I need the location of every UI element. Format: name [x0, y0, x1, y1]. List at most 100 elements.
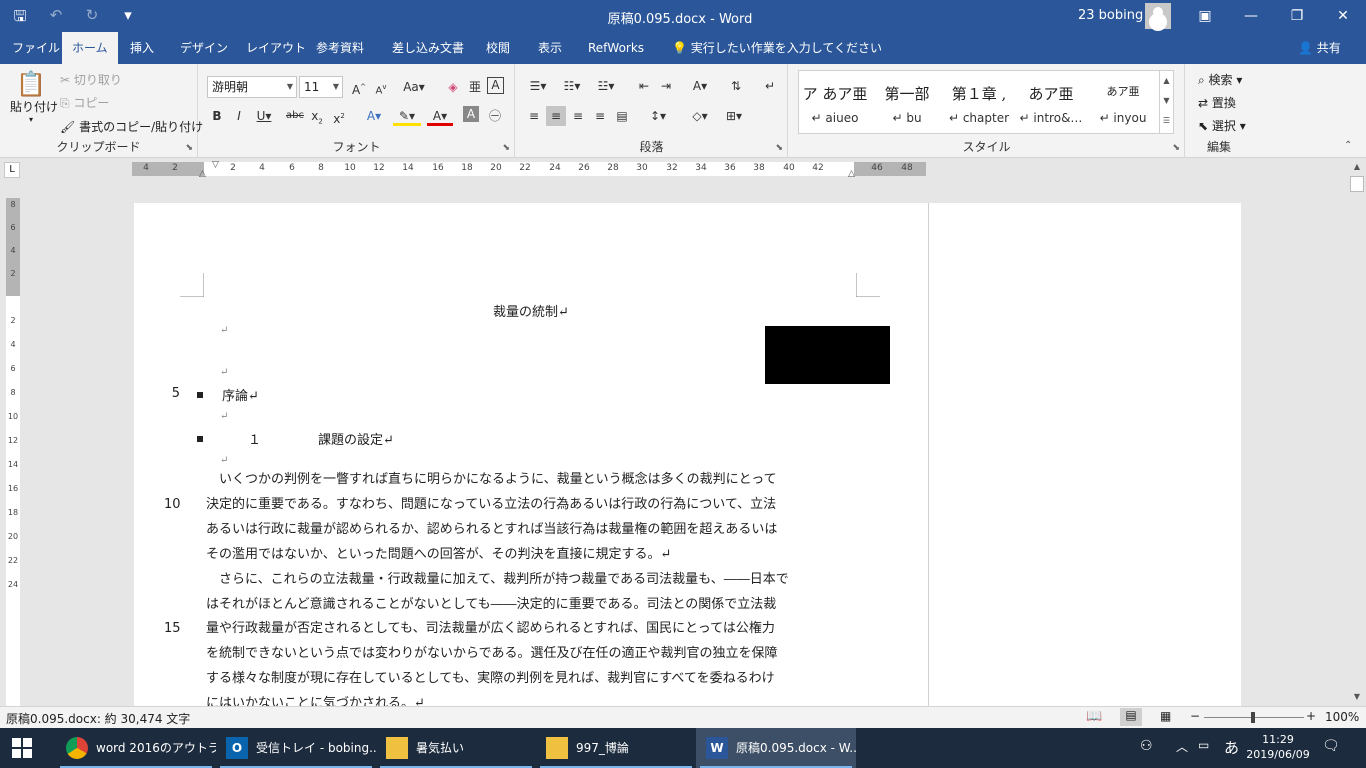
style-bu[interactable]: 第一部 ↵ bu	[871, 71, 943, 133]
text-direction-icon[interactable]: A▾	[686, 76, 714, 96]
heading-number[interactable]: １	[248, 429, 261, 448]
format-painter-button[interactable]: 🖌 書式のコピー/貼り付け	[60, 118, 203, 135]
hanging-indent-marker[interactable]: △	[199, 169, 206, 179]
zoom-slider-thumb[interactable]	[1251, 712, 1255, 723]
body-line[interactable]: さらに、これらの立法裁量・行政裁量に加えて、裁判所が持つ裁量である司法裁量も、―…	[206, 568, 858, 592]
minimize-button[interactable]: —	[1228, 0, 1274, 32]
enclose-characters-icon[interactable]: ㊀	[485, 106, 505, 126]
grow-font-icon[interactable]: A^	[349, 77, 369, 97]
tab-references[interactable]: 参考資料	[306, 32, 374, 64]
redo-icon[interactable]: ↻	[82, 6, 102, 31]
replace-button[interactable]: ⇄ 置換	[1198, 94, 1236, 111]
change-case-icon[interactable]: Aa▾	[399, 77, 429, 97]
notification-icon[interactable]: 🗨	[1322, 738, 1340, 754]
sort-icon[interactable]: ⇅	[726, 76, 746, 96]
scroll-thumb[interactable]	[1350, 176, 1364, 192]
dialog-launcher-icon[interactable]: ⬊	[502, 143, 510, 153]
style-aiueo[interactable]: ア あア亜 ↵ aiueo	[799, 71, 871, 133]
justify-icon[interactable]: ≡	[590, 106, 610, 126]
windows-start-icon[interactable]	[12, 738, 32, 758]
body-line[interactable]: はそれがほとんど意識されることがないとしても――決定的に重要である。司法との関係…	[206, 593, 858, 617]
styles-scroll[interactable]: ▲ ▼ ☰	[1159, 71, 1173, 133]
body-line[interactable]: 量や行政裁量が否定されるとしても、司法裁量が広く認められるとすれば、国民にとって…	[206, 617, 858, 641]
distributed-icon[interactable]: ▤	[612, 106, 632, 126]
tab-mailings[interactable]: 差し込み文書	[382, 32, 474, 64]
tab-home[interactable]: ホーム	[62, 32, 118, 64]
find-button[interactable]: ⌕ 検索 ▾	[1198, 71, 1242, 88]
align-right-icon[interactable]: ≡	[568, 106, 588, 126]
copy-button[interactable]: ⎘ コピー	[60, 94, 109, 111]
zoom-out-button[interactable]: −	[1190, 709, 1200, 723]
phonetic-guide-icon[interactable]: 亜	[465, 77, 485, 97]
clock[interactable]: 11:29 2019/06/09	[1243, 732, 1313, 762]
body-line[interactable]: する様々な制度が現に存在しているとしても、実際の判例を見れば、裁判官にすべてを委…	[206, 667, 858, 691]
taskbar-item-folder-1[interactable]: 暑気払い	[376, 728, 536, 768]
character-shading-icon[interactable]: A	[463, 106, 479, 122]
customize-qat-icon[interactable]: ▾	[118, 6, 138, 31]
text-effects-icon[interactable]: A▾	[361, 106, 387, 126]
font-name-select[interactable]: 游明朝 ▼	[207, 76, 297, 98]
avatar[interactable]	[1145, 3, 1171, 29]
show-formatting-icon[interactable]: ↵	[760, 76, 780, 96]
tab-layout[interactable]: レイアウト	[236, 32, 316, 64]
collapse-ribbon-icon[interactable]: ⌃	[1344, 140, 1352, 151]
strikethrough-icon[interactable]: abc	[285, 106, 305, 126]
tab-review[interactable]: 校閲	[476, 32, 520, 64]
borders-icon[interactable]: ⊞▾	[720, 106, 748, 126]
taskbar-item-outlook[interactable]: O 受信トレイ - bobing...	[216, 728, 376, 768]
body-line[interactable]: その濫用ではないか、といった問題への回答が、その判決を直接に規定する。↵	[206, 543, 858, 567]
tab-refworks[interactable]: RefWorks	[578, 32, 654, 64]
people-icon[interactable]: ⚇	[1140, 738, 1153, 754]
body-line[interactable]: いくつかの判例を一瞥すれば直ちに明らかになるように、裁量という概念は多くの裁判に…	[206, 468, 858, 492]
underline-icon[interactable]: U▾	[251, 106, 277, 126]
font-size-select[interactable]: 11 ▼	[299, 76, 343, 98]
numbering-icon[interactable]: ☷▾	[558, 76, 586, 96]
dialog-launcher-icon[interactable]: ⬊	[1172, 143, 1180, 153]
network-icon[interactable]: ▭	[1198, 738, 1209, 752]
shrink-font-icon[interactable]: Av	[371, 77, 391, 97]
tab-selector[interactable]: L	[4, 162, 20, 178]
increase-indent-icon[interactable]: ⇥	[656, 76, 676, 96]
subscript-icon[interactable]: x2	[307, 106, 327, 126]
tab-file[interactable]: ファイル	[2, 32, 70, 64]
user-name[interactable]: 23 bobing	[1078, 8, 1143, 23]
align-left-icon[interactable]: ≡	[524, 106, 544, 126]
close-button[interactable]: ✕	[1320, 0, 1366, 32]
heading-introduction[interactable]: 序論↵	[222, 385, 259, 404]
zoom-level[interactable]: 100%	[1325, 710, 1359, 724]
taskbar-item-word[interactable]: W 原稿0.095.docx - W...	[696, 728, 856, 768]
character-border-icon[interactable]: A	[487, 77, 504, 94]
taskbar-item-chrome[interactable]: word 2016のアウトラ...	[56, 728, 216, 768]
right-indent-marker[interactable]: △	[848, 169, 855, 179]
read-mode-icon[interactable]: 📖	[1086, 709, 1102, 724]
style-chapter[interactable]: 第１章 , ↵ chapter	[943, 71, 1015, 133]
vertical-ruler[interactable]: 8 6 4 2 2 4 6 8 10 12 14 16 18 20 22 24	[6, 198, 20, 706]
tab-view[interactable]: 表示	[528, 32, 572, 64]
undo-icon[interactable]: ↶	[46, 6, 66, 31]
align-center-icon[interactable]: ≡	[546, 106, 566, 126]
show-hidden-icons-icon[interactable]: ︿	[1176, 738, 1188, 755]
paste-button[interactable]: 📋 貼り付け ▾	[10, 70, 58, 124]
first-line-indent-marker[interactable]: ▽	[212, 160, 219, 170]
body-line[interactable]: にはいかないことに気づかされる。↵	[206, 692, 858, 706]
bold-icon[interactable]: B	[207, 106, 227, 126]
vertical-scrollbar[interactable]: ▲ ▼	[1348, 160, 1366, 706]
heading-problem-setting[interactable]: 課題の設定↵	[318, 429, 394, 448]
shading-icon[interactable]: ◇▾	[686, 106, 714, 126]
save-icon[interactable]: 🖫	[10, 6, 30, 31]
body-line[interactable]: あるいは行政に裁量が認められるか、認められるとすれば当該行為は裁量権の範囲を超え…	[206, 518, 858, 542]
scroll-up-icon[interactable]: ▲	[1348, 160, 1366, 174]
share-button[interactable]: 👤 共有	[1298, 32, 1341, 64]
document-page[interactable]: 裁量の統制↵ ↵ ↵ 5 序論↵ ↵ １ 課題の設定↵ ↵ いくつかの判例を一瞥…	[134, 203, 928, 706]
bullets-icon[interactable]: ☰▾	[524, 76, 552, 96]
style-inyou[interactable]: あア亜 ↵ inyou	[1087, 71, 1159, 133]
italic-icon[interactable]: I	[229, 106, 249, 126]
line-spacing-icon[interactable]: ↕▾	[644, 106, 672, 126]
tab-design[interactable]: デザイン	[170, 32, 238, 64]
ime-mode[interactable]: あ	[1224, 737, 1239, 758]
body-line[interactable]: を統制できないという点では変わりがないからである。選任及び在任の適正や裁判官の独…	[206, 642, 858, 666]
tab-insert[interactable]: 挿入	[120, 32, 164, 64]
multilevel-list-icon[interactable]: ☳▾	[592, 76, 620, 96]
document-title[interactable]: 裁量の統制↵	[134, 301, 928, 320]
tell-me-search[interactable]: 💡 実行したい作業を入力してください	[672, 32, 882, 64]
